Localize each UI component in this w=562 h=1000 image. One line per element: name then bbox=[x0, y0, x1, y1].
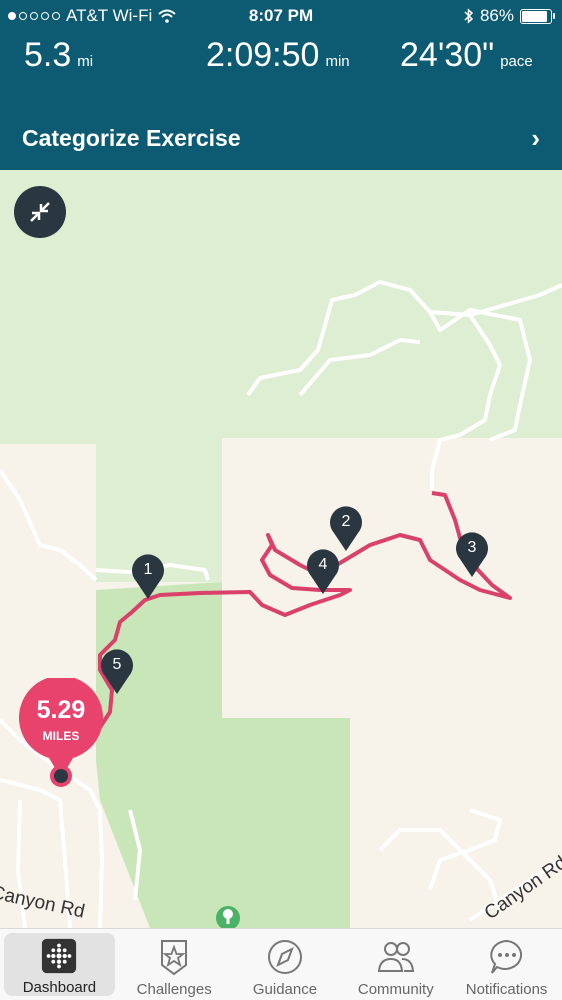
mile-marker-1[interactable]: 1 bbox=[130, 553, 166, 601]
road-label: Canyon Rd bbox=[0, 882, 87, 922]
mile-marker-3[interactable]: 3 bbox=[454, 531, 490, 579]
notifications-chat-icon bbox=[489, 939, 522, 974]
categorize-exercise-label: Categorize Exercise bbox=[22, 124, 241, 151]
tab-notifications[interactable]: Notifications bbox=[451, 929, 562, 1000]
guidance-compass-icon bbox=[267, 940, 302, 974]
exercise-stats: 5.3 mi 2:09:50 min 24'30" pace bbox=[0, 36, 562, 76]
community-people-icon bbox=[377, 942, 414, 972]
total-distance-value: 5.29 bbox=[36, 696, 86, 724]
tab-bar: Dashboard Challenges Guidance Community … bbox=[0, 928, 562, 1000]
categorize-exercise-row[interactable]: Categorize Exercise › bbox=[0, 108, 562, 168]
battery-percent: 86% bbox=[479, 6, 514, 25]
challenges-star-icon bbox=[161, 940, 188, 976]
pace-stat: 24'30" pace bbox=[400, 36, 533, 74]
collapse-arrows-icon bbox=[30, 202, 50, 222]
chevron-right-icon: › bbox=[531, 122, 540, 153]
status-bar: AT&T Wi-Fi 8:07 PM 86% bbox=[0, 0, 562, 30]
dashboard-icon bbox=[42, 938, 77, 974]
mile-marker-2[interactable]: 2 bbox=[328, 505, 364, 553]
tab-dashboard[interactable]: Dashboard bbox=[4, 933, 115, 996]
park-area bbox=[0, 170, 562, 582]
duration-stat: 2:09:50 min bbox=[206, 36, 350, 74]
total-distance-unit: MILES bbox=[42, 729, 80, 743]
tab-community[interactable]: Community bbox=[340, 929, 451, 1000]
park-area bbox=[96, 582, 350, 928]
header: AT&T Wi-Fi 8:07 PM 86% 5.3 mi 2:09:50 mi… bbox=[0, 0, 562, 170]
distance-stat: 5.3 mi bbox=[24, 36, 94, 74]
route-map[interactable]: Canyon Rd Canyon Rd 1 2 3 4 5 5.29 MILES bbox=[0, 170, 562, 928]
tab-challenges[interactable]: Challenges bbox=[119, 929, 230, 1000]
mile-marker-4[interactable]: 4 bbox=[305, 548, 341, 596]
collapse-map-button[interactable] bbox=[14, 186, 66, 238]
bluetooth-icon bbox=[464, 8, 474, 24]
total-distance-badge[interactable]: 5.29 MILES bbox=[19, 678, 103, 790]
tab-guidance[interactable]: Guidance bbox=[230, 929, 341, 1000]
battery-icon bbox=[520, 8, 555, 24]
mile-marker-5[interactable]: 5 bbox=[99, 648, 135, 696]
